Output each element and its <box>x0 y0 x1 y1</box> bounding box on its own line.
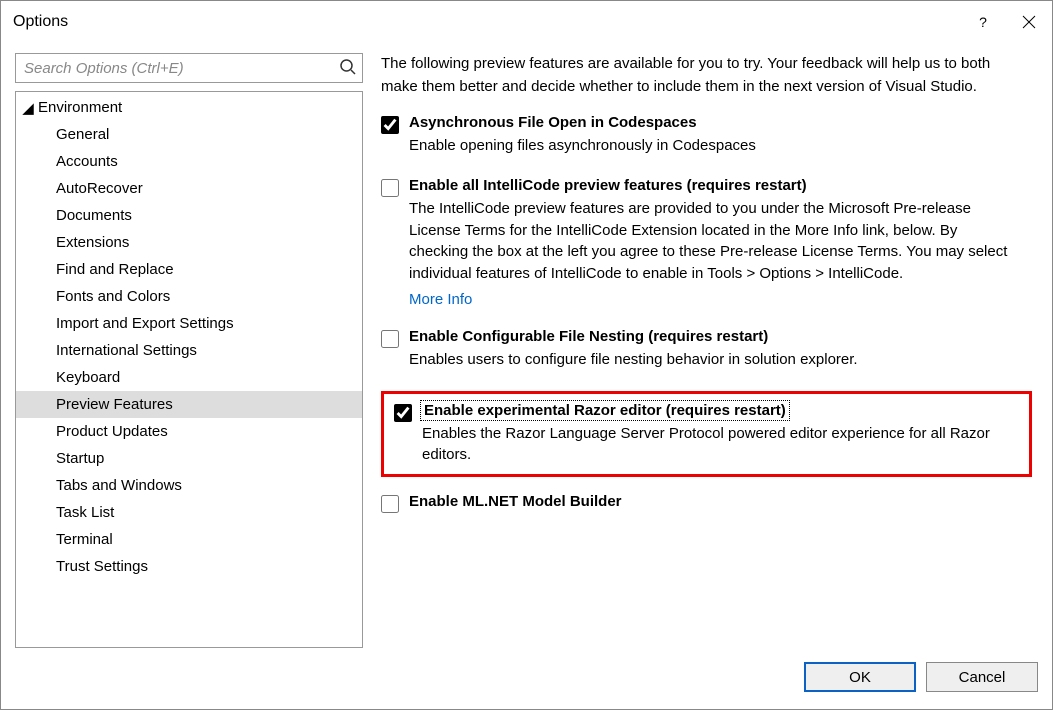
option-row: Enable all IntelliCode preview features … <box>381 177 1032 308</box>
intro-text: The following preview features are avail… <box>381 53 1038 98</box>
option-description: Enable opening files asynchronously in C… <box>409 135 1020 157</box>
tree-wrap: ◢EnvironmentGeneralAccountsAutoRecoverDo… <box>15 91 363 648</box>
tree-item-task-list[interactable]: Task List <box>16 499 362 526</box>
dialog-footer: OK Cancel <box>1 648 1052 704</box>
option-body: Enable Configurable File Nesting (requir… <box>409 328 1020 371</box>
tree-item-trust-settings[interactable]: Trust Settings <box>16 553 362 580</box>
option-body: Enable experimental Razor editor (requir… <box>422 402 1007 467</box>
option-body: Asynchronous File Open in Codespaces Enab… <box>409 114 1020 157</box>
tree-item-terminal[interactable]: Terminal <box>16 526 362 553</box>
option-description: Enables users to configure file nesting … <box>409 349 1020 371</box>
option-description: The IntelliCode preview features are pro… <box>409 198 1020 285</box>
option-title: Enable ML.NET Model Builder <box>409 493 1020 510</box>
left-panel: ◢EnvironmentGeneralAccountsAutoRecoverDo… <box>15 53 363 648</box>
tree-parent-label: Environment <box>38 99 122 116</box>
right-panel: The following preview features are avail… <box>363 53 1038 648</box>
option-title: Enable Configurable File Nesting (requir… <box>409 328 1020 345</box>
option-title: Enable all IntelliCode preview features … <box>409 177 1020 194</box>
tree-parent-environment[interactable]: ◢Environment <box>16 94 362 121</box>
close-icon <box>1022 15 1036 29</box>
option-checkbox[interactable] <box>381 116 399 134</box>
tree-item-import-and-export-settings[interactable]: Import and Export Settings <box>16 310 362 337</box>
options-list[interactable]: Asynchronous File Open in Codespaces Enab… <box>381 114 1038 648</box>
option-checkbox[interactable] <box>381 330 399 348</box>
more-info-link[interactable]: More Info <box>409 291 472 308</box>
option-body: Enable all IntelliCode preview features … <box>409 177 1020 308</box>
cancel-button[interactable]: Cancel <box>926 662 1038 692</box>
tree-item-fonts-and-colors[interactable]: Fonts and Colors <box>16 283 362 310</box>
tree-item-preview-features[interactable]: Preview Features <box>16 391 362 418</box>
option-row: Enable Configurable File Nesting (requir… <box>381 328 1032 371</box>
tree-item-general[interactable]: General <box>16 121 362 148</box>
tree-item-keyboard[interactable]: Keyboard <box>16 364 362 391</box>
option-checkbox[interactable] <box>381 495 399 513</box>
tree-item-extensions[interactable]: Extensions <box>16 229 362 256</box>
option-checkbox[interactable] <box>394 404 412 422</box>
tree-item-international-settings[interactable]: International Settings <box>16 337 362 364</box>
help-button[interactable]: ? <box>960 1 1006 43</box>
titlebar: Options ? <box>1 1 1052 43</box>
close-button[interactable] <box>1006 1 1052 43</box>
highlighted-option: Enable experimental Razor editor (requir… <box>381 391 1032 478</box>
search-wrap <box>15 53 363 83</box>
content-area: ◢EnvironmentGeneralAccountsAutoRecoverDo… <box>1 43 1052 648</box>
option-row: Enable ML.NET Model Builder <box>381 493 1032 514</box>
search-icon[interactable] <box>339 58 357 79</box>
search-input[interactable] <box>15 53 363 83</box>
tree-item-accounts[interactable]: Accounts <box>16 148 362 175</box>
tree-item-product-updates[interactable]: Product Updates <box>16 418 362 445</box>
option-row: Asynchronous File Open in Codespaces Enab… <box>381 114 1032 157</box>
option-title: Enable experimental Razor editor (requir… <box>422 402 788 419</box>
tree-item-tabs-and-windows[interactable]: Tabs and Windows <box>16 472 362 499</box>
tree-item-find-and-replace[interactable]: Find and Replace <box>16 256 362 283</box>
option-body: Enable ML.NET Model Builder <box>409 493 1020 514</box>
window-title: Options <box>13 13 960 31</box>
option-row: Enable experimental Razor editor (requir… <box>394 402 1019 467</box>
ok-button[interactable]: OK <box>804 662 916 692</box>
option-title: Asynchronous File Open in Codespaces <box>409 114 1020 131</box>
category-tree[interactable]: ◢EnvironmentGeneralAccountsAutoRecoverDo… <box>16 92 362 647</box>
option-checkbox[interactable] <box>381 179 399 197</box>
option-description: Enables the Razor Language Server Protoc… <box>422 423 1007 467</box>
tree-item-startup[interactable]: Startup <box>16 445 362 472</box>
caret-down-icon: ◢ <box>22 99 34 117</box>
tree-item-autorecover[interactable]: AutoRecover <box>16 175 362 202</box>
tree-item-documents[interactable]: Documents <box>16 202 362 229</box>
